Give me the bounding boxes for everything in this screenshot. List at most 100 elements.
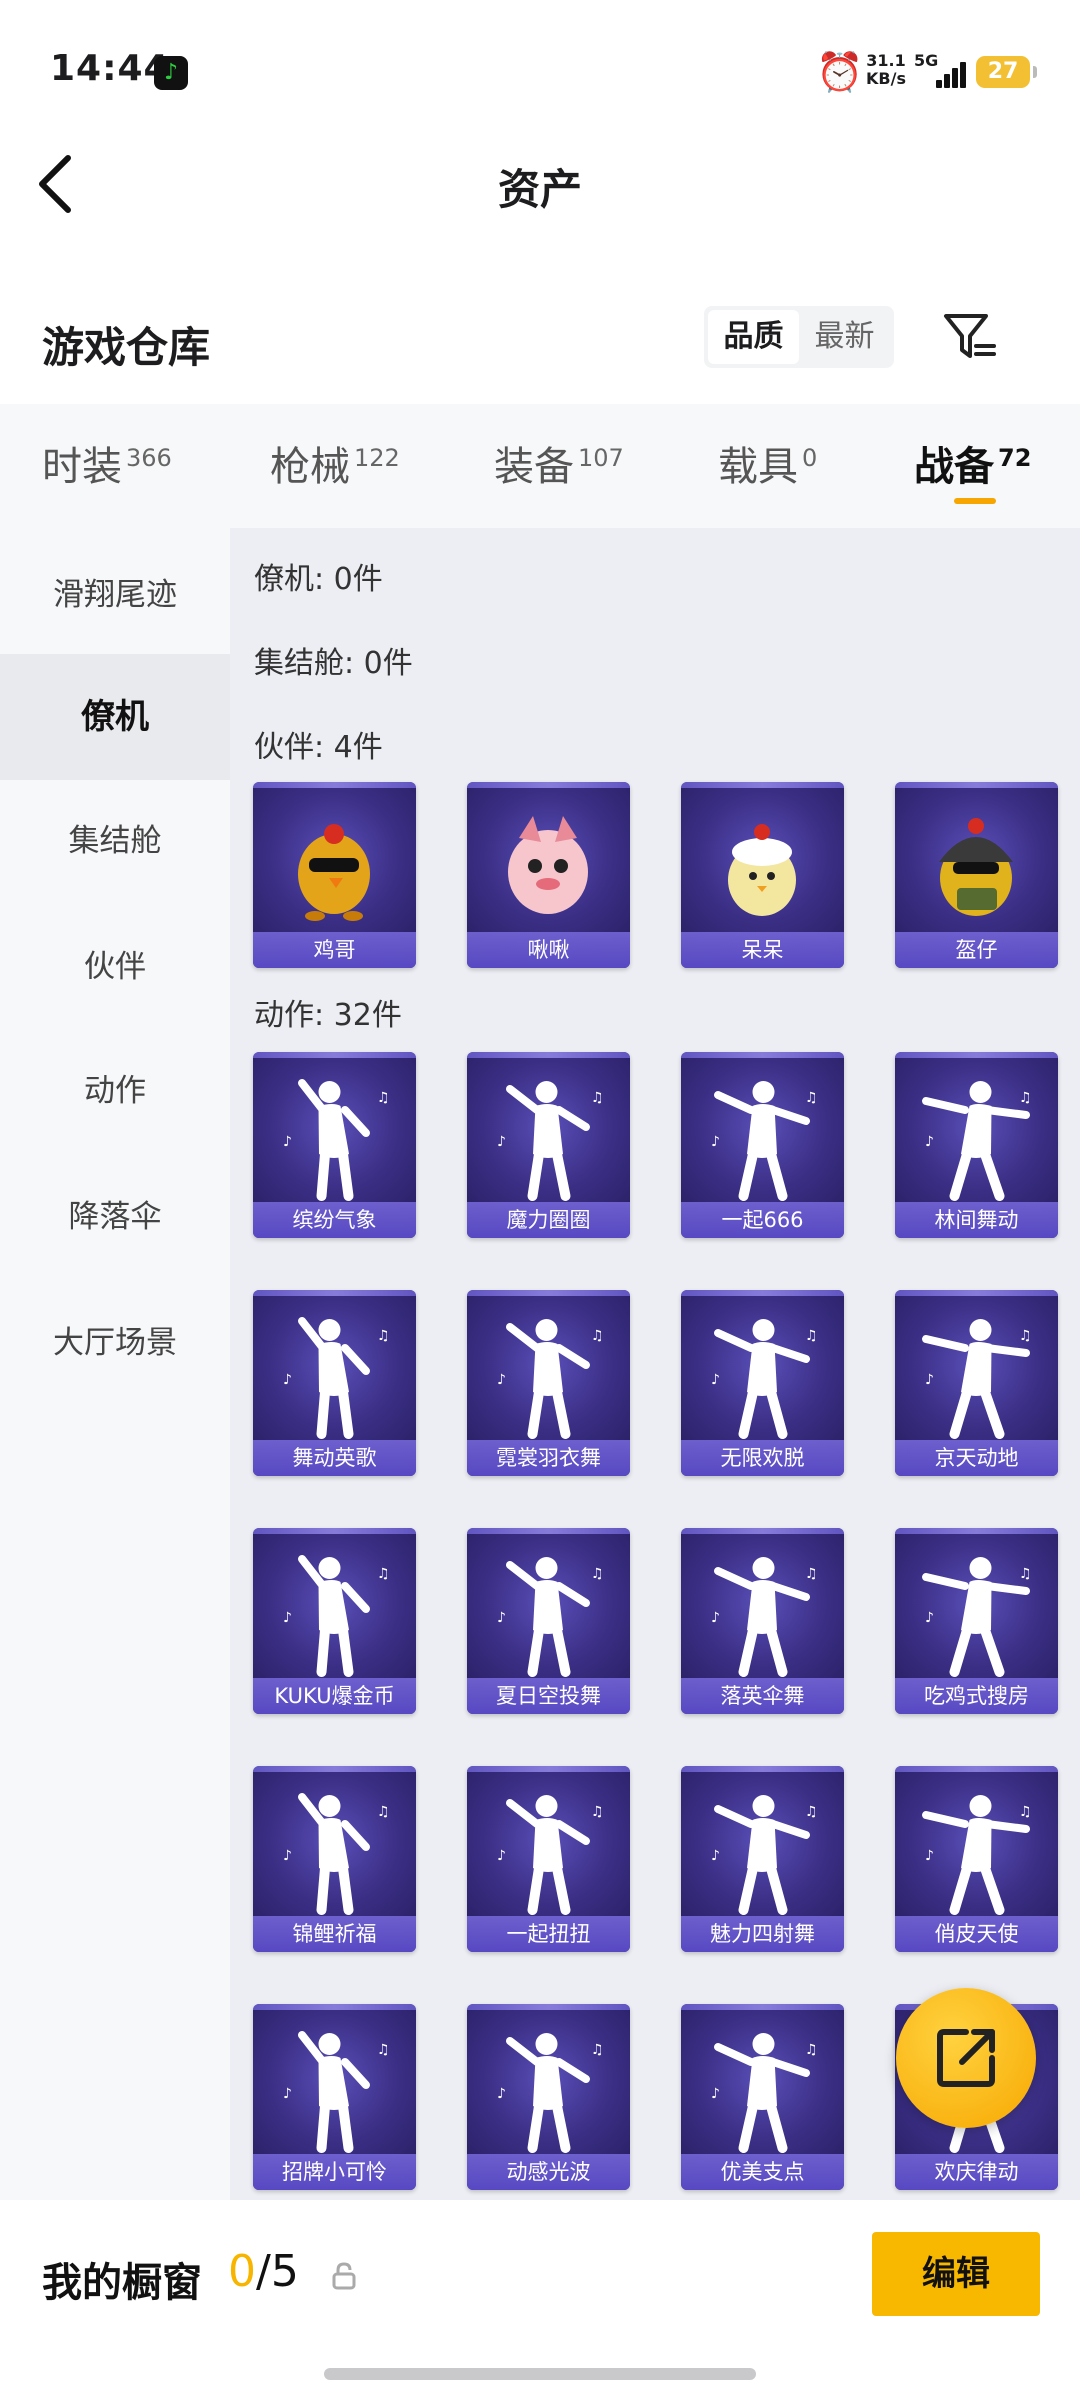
showcase-total: /5: [256, 2246, 299, 2297]
dancer-silhouette-icon: ♪♫: [497, 2033, 604, 2153]
svg-text:♪: ♪: [283, 1848, 292, 1864]
emote-card[interactable]: ♪ ♫ 林间舞动: [895, 1052, 1058, 1238]
warehouse-title: 游戏仓库: [42, 323, 211, 372]
emote-name: 京天动地: [895, 1440, 1058, 1476]
group-label-wingman: 僚机: 0件: [254, 562, 383, 597]
dancer-silhouette-icon: ♪♫: [283, 1555, 390, 1677]
svg-text:♫: ♫: [377, 2042, 390, 2058]
svg-text:♫: ♫: [377, 1328, 390, 1344]
svg-text:♫: ♫: [377, 1566, 390, 1582]
svg-text:♪: ♪: [711, 1134, 720, 1150]
svg-text:♪: ♪: [925, 1610, 934, 1626]
edit-button[interactable]: 编辑: [872, 2232, 1040, 2316]
egg-chick-partner-icon: [728, 824, 796, 916]
dancer-silhouette-icon: ♪♫: [283, 1793, 390, 1915]
emote-card[interactable]: ♪ ♫ 舞动英歌: [253, 1290, 416, 1476]
emote-card[interactable]: ♪ ♫ 动感光波: [467, 2004, 630, 2190]
status-bar: 14:44 ♪ ⏰ 31.1 KB/s 5G 27: [0, 0, 1080, 140]
emote-card[interactable]: ♪ ♫ 吃鸡式搜房: [895, 1528, 1058, 1714]
emote-card[interactable]: ♪ ♫ 魅力四射舞: [681, 1766, 844, 1952]
partner-card[interactable]: 鸡哥: [253, 782, 416, 968]
svg-text:♫: ♫: [805, 1804, 818, 1820]
sort-option-quality[interactable]: 品质: [708, 310, 799, 364]
emote-card[interactable]: ♪ ♫ 霓裳羽衣舞: [467, 1290, 630, 1476]
svg-text:♪: ♪: [497, 1848, 506, 1864]
share-button[interactable]: [896, 1988, 1036, 2128]
showcase-label: 我的橱窗: [42, 2260, 202, 2306]
showcase-count: 0/5: [228, 2246, 299, 2297]
tab-equipment[interactable]: 装备 107: [494, 434, 624, 514]
emote-name: 一起666: [681, 1202, 844, 1238]
svg-text:♫: ♫: [1019, 1804, 1032, 1820]
emote-name: 招牌小可怜: [253, 2154, 416, 2190]
partner-name: 鸡哥: [253, 932, 416, 968]
signal-icon: [930, 58, 966, 88]
tab-weapons[interactable]: 枪械 122: [270, 434, 400, 514]
tab-fashion[interactable]: 时装 366: [42, 434, 172, 514]
tab-count: 72: [998, 443, 1032, 472]
dancer-silhouette-icon: ♪♫: [283, 1317, 390, 1439]
emote-card[interactable]: ♪ ♫ 一起666: [681, 1052, 844, 1238]
dancer-silhouette-icon: ♪♫: [497, 1081, 604, 1201]
emote-name: 魅力四射舞: [681, 1916, 844, 1952]
svg-text:♫: ♫: [591, 1090, 604, 1106]
partner-card[interactable]: 啾啾: [467, 782, 630, 968]
sort-option-newest[interactable]: 最新: [799, 310, 890, 364]
svg-text:♫: ♫: [591, 2042, 604, 2058]
svg-text:♫: ♫: [591, 1804, 604, 1820]
svg-text:♫: ♫: [377, 1090, 390, 1106]
emote-card[interactable]: ♪ ♫ 落英伞舞: [681, 1528, 844, 1714]
emote-name: 舞动英歌: [253, 1440, 416, 1476]
emote-name: 霓裳羽衣舞: [467, 1440, 630, 1476]
tab-label: 时装: [42, 444, 122, 490]
tab-label: 战备: [914, 444, 994, 490]
sidebar-item-capsule[interactable]: 集结舱: [0, 778, 230, 904]
active-tab-indicator: [954, 498, 996, 504]
sidebar-item-partner[interactable]: 伙伴: [0, 904, 230, 1030]
tab-count: 366: [126, 443, 172, 472]
network-speed-value: 31.1: [866, 51, 906, 70]
emote-name: 一起扭扭: [467, 1916, 630, 1952]
sidebar-item-parachute[interactable]: 降落伞: [0, 1154, 230, 1280]
svg-text:♪: ♪: [711, 1848, 720, 1864]
bottom-bar: 我的橱窗 0/5 编辑: [0, 2200, 1080, 2400]
tab-count: 107: [578, 443, 624, 472]
sidebar-item-lobby-scene[interactable]: 大厅场景: [0, 1280, 230, 1406]
emote-card[interactable]: ♪ ♫ 锦鲤祈福: [253, 1766, 416, 1952]
sidebar-item-glide-trail[interactable]: 滑翔尾迹: [0, 532, 230, 658]
tab-vehicles[interactable]: 载具 0: [718, 434, 817, 514]
emote-card[interactable]: ♪ ♫ 夏日空投舞: [467, 1528, 630, 1714]
emote-card[interactable]: ♪ ♫ 魔力圈圈: [467, 1052, 630, 1238]
dancer-silhouette-icon: ♪♫: [497, 1319, 604, 1439]
filter-button[interactable]: [940, 308, 1000, 368]
item-content: 僚机: 0件 集结舱: 0件 伙伴: 4件 鸡哥 啾啾 呆呆 盔仔 动作: 32…: [230, 528, 1080, 2200]
svg-text:♪: ♪: [925, 1134, 934, 1150]
emote-card[interactable]: ♪ ♫ 优美支点: [681, 2004, 844, 2190]
dancer-silhouette-icon: ♪♫: [711, 2033, 818, 2153]
svg-text:♫: ♫: [377, 1804, 390, 1820]
tab-count: 0: [802, 443, 818, 472]
partner-card[interactable]: 呆呆: [681, 782, 844, 968]
group-label-emote: 动作: 32件: [254, 998, 402, 1033]
emote-card[interactable]: ♪ ♫ 招牌小可怜: [253, 2004, 416, 2190]
partner-card[interactable]: 盔仔: [895, 782, 1058, 968]
page-title: 资产: [497, 165, 582, 214]
partner-name: 啾啾: [467, 932, 630, 968]
emote-card[interactable]: ♪ ♫ 缤纷气象: [253, 1052, 416, 1238]
emote-card[interactable]: ♪ ♫ KUKU爆金币: [253, 1528, 416, 1714]
svg-text:♫: ♫: [1019, 1566, 1032, 1582]
lock-icon: [332, 2262, 356, 2290]
sidebar: 滑翔尾迹 僚机 集结舱 伙伴 动作 降落伞 大厅场景: [0, 528, 230, 2200]
sidebar-item-emote[interactable]: 动作: [0, 1028, 230, 1154]
svg-text:♪: ♪: [497, 2086, 506, 2102]
category-tabs: 时装 366 枪械 122 装备 107 载具 0 战备 72: [0, 404, 1080, 528]
svg-text:♪: ♪: [711, 1610, 720, 1626]
music-app-icon: ♪: [154, 56, 188, 90]
svg-text:♫: ♫: [591, 1566, 604, 1582]
emote-card[interactable]: ♪ ♫ 京天动地: [895, 1290, 1058, 1476]
emote-card[interactable]: ♪ ♫ 无限欢脱: [681, 1290, 844, 1476]
sidebar-item-wingman[interactable]: 僚机: [0, 654, 230, 780]
helmet-chick-partner-icon: [939, 818, 1013, 916]
emote-card[interactable]: ♪ ♫ 一起扭扭: [467, 1766, 630, 1952]
emote-card[interactable]: ♪ ♫ 俏皮天使: [895, 1766, 1058, 1952]
